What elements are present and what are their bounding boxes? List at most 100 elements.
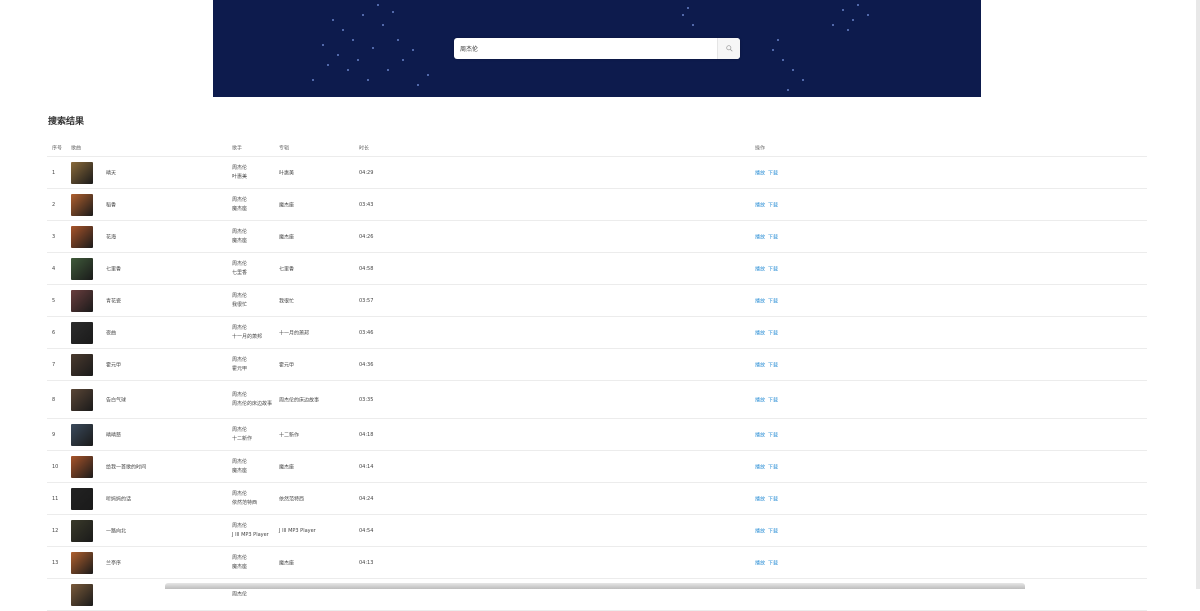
- artist-cell: 周杰伦 J III MP3 Player: [232, 522, 277, 540]
- search-button[interactable]: [717, 38, 740, 59]
- album-name[interactable]: 十一月的萧邦: [279, 329, 309, 336]
- song-name[interactable]: 夜曲: [106, 329, 116, 336]
- album-cover: [71, 519, 93, 542]
- song-name[interactable]: 青花瓷: [106, 297, 121, 304]
- download-link[interactable]: 下载: [768, 330, 778, 336]
- artist-line: 十一月的萧邦: [232, 333, 263, 340]
- download-link[interactable]: 下载: [768, 202, 778, 208]
- download-link[interactable]: 下载: [768, 298, 778, 304]
- artist-line: 十二新作: [232, 435, 253, 442]
- play-link[interactable]: 播放: [755, 464, 765, 470]
- play-link[interactable]: 播放: [755, 560, 765, 566]
- search-icon: [725, 45, 733, 52]
- play-link[interactable]: 播放: [755, 170, 765, 176]
- ops-cell: 播放 下载: [755, 396, 781, 403]
- ops-cell: 播放 下载: [755, 431, 781, 438]
- header-duration: 时长: [359, 145, 370, 152]
- download-link[interactable]: 下载: [768, 397, 778, 403]
- song-name[interactable]: 晴天: [106, 169, 116, 176]
- album-cover: [71, 225, 93, 248]
- song-name[interactable]: 霍元甲: [106, 361, 121, 368]
- album-cover: [71, 321, 93, 344]
- album-name[interactable]: 魔杰座: [279, 559, 294, 566]
- album-name[interactable]: 魔杰座: [279, 201, 294, 208]
- album-name[interactable]: 叶惠美: [279, 169, 294, 176]
- artist-cell: 周杰伦 魔杰座: [232, 458, 277, 476]
- artist-line: 周杰伦: [232, 164, 248, 171]
- artist-cell: 周杰伦 魔杰座: [232, 196, 277, 214]
- play-link[interactable]: 播放: [755, 266, 765, 272]
- play-link[interactable]: 播放: [755, 496, 765, 502]
- header-ops: 操作: [755, 145, 766, 152]
- row-index: 7: [52, 361, 56, 368]
- row-index: 3: [52, 233, 56, 240]
- download-link[interactable]: 下载: [768, 496, 778, 502]
- song-name[interactable]: 花海: [106, 233, 116, 240]
- download-link[interactable]: 下载: [768, 432, 778, 438]
- song-name[interactable]: 告白气球: [106, 396, 126, 403]
- album-name[interactable]: 我很忙: [279, 297, 294, 304]
- album-name[interactable]: 霍元甲: [279, 361, 294, 368]
- song-name[interactable]: 稻香: [106, 201, 116, 208]
- ops-cell: 播放 下载: [755, 361, 781, 368]
- ops-cell: 播放 下载: [755, 233, 781, 240]
- artist-cell: 周杰伦 七里香: [232, 260, 277, 278]
- artist-line: 魔杰座: [232, 467, 248, 474]
- table-row: 3 花海 周杰伦 魔杰座 魔杰座 04:26 播放 下载: [47, 221, 1147, 253]
- song-name[interactable]: 给我一首歌的时间: [106, 463, 146, 470]
- row-index: 6: [52, 329, 56, 336]
- artist-line: 周杰伦: [232, 228, 248, 235]
- song-name[interactable]: 一路向北: [106, 527, 126, 534]
- album-name[interactable]: 周杰伦的床边故事: [279, 396, 319, 403]
- play-link[interactable]: 播放: [755, 528, 765, 534]
- play-link[interactable]: 播放: [755, 362, 765, 368]
- duration: 03:57: [359, 297, 374, 304]
- song-name[interactable]: 七里香: [106, 265, 121, 272]
- song-name[interactable]: 兰亭序: [106, 559, 121, 566]
- download-link[interactable]: 下载: [768, 560, 778, 566]
- download-link[interactable]: 下载: [768, 266, 778, 272]
- download-link[interactable]: 下载: [768, 464, 778, 470]
- play-link[interactable]: 播放: [755, 432, 765, 438]
- play-link[interactable]: 播放: [755, 298, 765, 304]
- artist-cell: 周杰伦 十一月的萧邦: [232, 324, 277, 342]
- play-link[interactable]: 播放: [755, 330, 765, 336]
- artist-line: 我很忙: [232, 301, 248, 308]
- table-header: 序号 歌曲 歌手 专辑 时长 操作: [47, 140, 1147, 157]
- table-row: 1 晴天 周杰伦 叶惠美 叶惠美 04:29 播放 下载: [47, 157, 1147, 189]
- artist-line: 周杰伦: [232, 391, 248, 398]
- ops-cell: 播放 下载: [755, 201, 781, 208]
- duration: 03:43: [359, 201, 374, 208]
- song-name[interactable]: 听妈妈的话: [106, 495, 131, 502]
- search-input[interactable]: [454, 39, 717, 58]
- album-name[interactable]: 魔杰座: [279, 233, 294, 240]
- song-name[interactable]: 晴晴慈: [106, 431, 121, 438]
- album-name[interactable]: 魔杰座: [279, 463, 294, 470]
- album-name[interactable]: 十二新作: [279, 431, 299, 438]
- download-link[interactable]: 下载: [768, 234, 778, 240]
- row-index: 5: [52, 297, 56, 304]
- artist-line: 叶惠美: [232, 173, 248, 180]
- play-link[interactable]: 播放: [755, 397, 765, 403]
- header-album: 专辑: [279, 145, 290, 152]
- play-link[interactable]: 播放: [755, 202, 765, 208]
- album-cover: [71, 487, 93, 510]
- header-artist: 歌手: [232, 145, 243, 152]
- artist-line: 周杰伦: [232, 324, 248, 331]
- artist-cell: 周杰伦 周杰伦的床边故事: [232, 391, 277, 409]
- album-name[interactable]: J III MP3 Player: [279, 528, 316, 534]
- download-link[interactable]: 下载: [768, 528, 778, 534]
- row-index: 8: [52, 396, 56, 403]
- artist-cell: 周杰伦: [232, 590, 277, 599]
- scrollbar[interactable]: [1196, 0, 1200, 589]
- table-body: 1 晴天 周杰伦 叶惠美 叶惠美 04:29 播放 下载 2 稻香 周杰伦 魔杰座 魔杰座 03:43 播放…: [47, 157, 1147, 611]
- album-name[interactable]: 七里香: [279, 265, 294, 272]
- download-link[interactable]: 下载: [768, 170, 778, 176]
- table-row: 13 兰亭序 周杰伦 魔杰座 魔杰座 04:13 播放 下载: [47, 547, 1147, 579]
- download-link[interactable]: 下载: [768, 362, 778, 368]
- artist-line: 魔杰座: [232, 563, 248, 570]
- play-link[interactable]: 播放: [755, 234, 765, 240]
- album-name[interactable]: 依然范特西: [279, 495, 304, 502]
- album-cover: [71, 161, 93, 184]
- artist-line: 周杰伦: [232, 554, 248, 561]
